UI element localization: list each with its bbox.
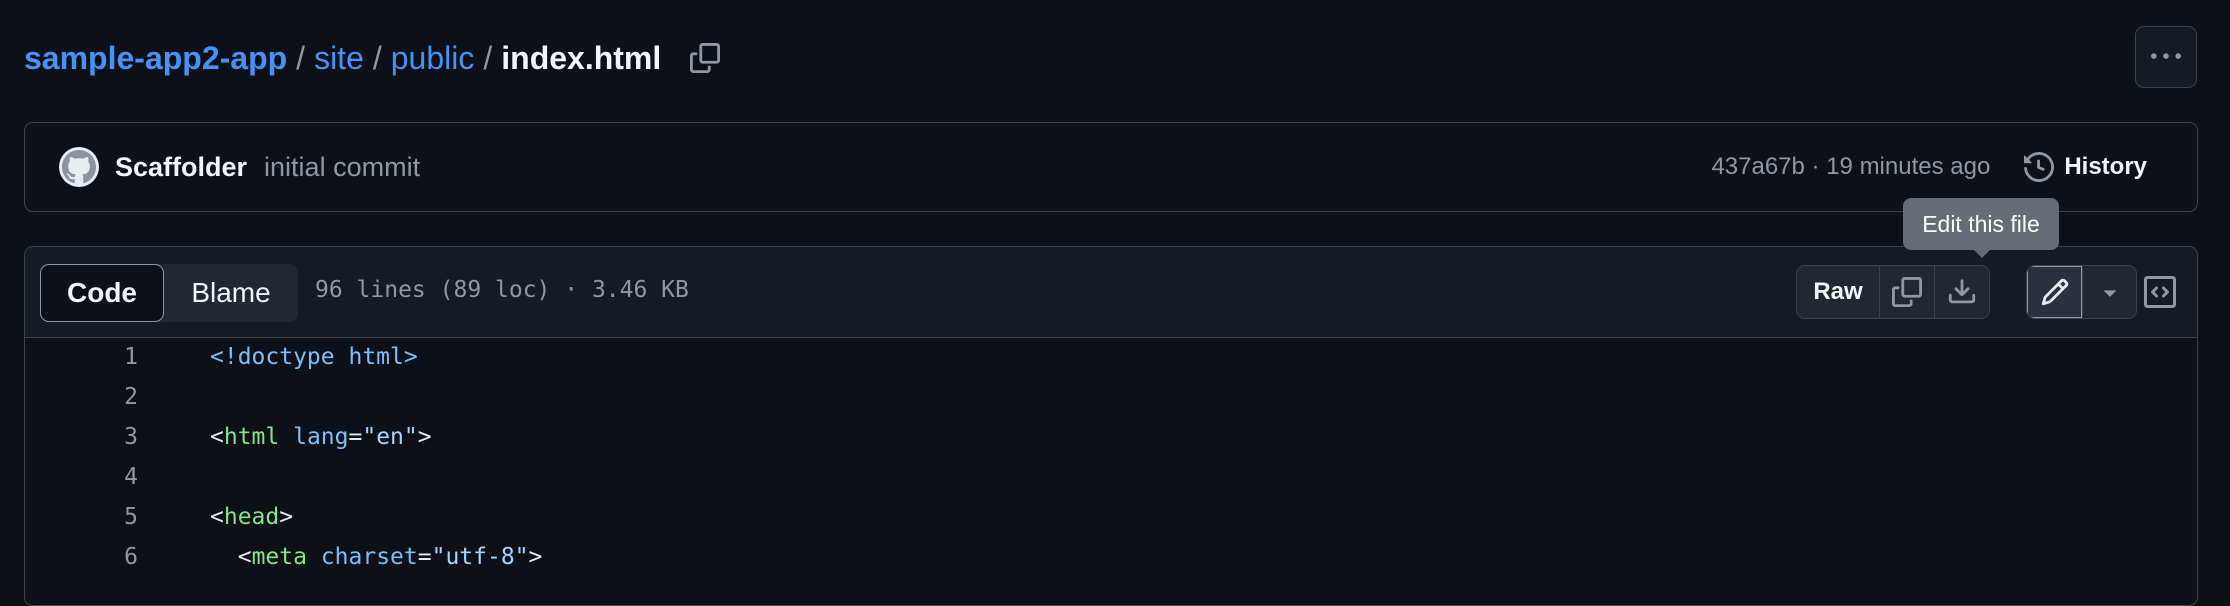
punct-token: > bbox=[417, 424, 432, 450]
code-view: 1 <!doctype html> 2 3 <html lang="en"> 4… bbox=[25, 337, 2197, 577]
line-content: <html lang="en"> bbox=[210, 424, 432, 450]
history-button[interactable]: History bbox=[2024, 152, 2147, 182]
triangle-down-icon bbox=[2103, 290, 2116, 297]
line-number[interactable]: 2 bbox=[25, 384, 138, 410]
punct-token: = bbox=[348, 424, 363, 450]
punct-token: > bbox=[528, 544, 543, 570]
more-options-button[interactable] bbox=[2135, 26, 2197, 88]
attr-token: charset bbox=[320, 544, 418, 570]
code-line: 5 <head> bbox=[25, 497, 2197, 537]
code-line: 4 bbox=[25, 457, 2197, 497]
file-info: 96 lines (89 loc) · 3.46 KB bbox=[315, 277, 689, 303]
punct-token: = bbox=[417, 544, 432, 570]
copy-raw-button[interactable] bbox=[1879, 266, 1934, 318]
breadcrumb-site-link[interactable]: site bbox=[314, 40, 364, 77]
line-number[interactable]: 6 bbox=[25, 544, 138, 570]
code-line: 1 <!doctype html> bbox=[25, 337, 2197, 377]
line-number[interactable]: 5 bbox=[25, 504, 138, 530]
copy-icon bbox=[1892, 277, 1922, 307]
tag-token: head bbox=[223, 504, 280, 530]
line-number[interactable]: 1 bbox=[25, 344, 138, 370]
line-number[interactable]: 4 bbox=[25, 464, 138, 490]
tag-token: html bbox=[223, 424, 280, 450]
edit-file-tooltip: Edit this file bbox=[1903, 198, 2059, 258]
file-viewer: Code Blame 96 lines (89 loc) · 3.46 KB R… bbox=[24, 246, 2198, 606]
attr-token: lang bbox=[293, 424, 349, 450]
file-header: Code Blame 96 lines (89 loc) · 3.46 KB R… bbox=[25, 247, 2197, 338]
tab-code[interactable]: Code bbox=[40, 264, 164, 322]
line-content: <meta charset="utf-8"> bbox=[210, 544, 543, 570]
pencil-icon bbox=[2041, 278, 2068, 306]
tab-blame[interactable]: Blame bbox=[164, 264, 298, 322]
edit-actions-group bbox=[2026, 265, 2137, 319]
tag-token: meta bbox=[251, 544, 307, 570]
avatar[interactable] bbox=[59, 147, 99, 187]
string-token: "en" bbox=[362, 424, 418, 450]
breadcrumb-repo-link[interactable]: sample-app2-app bbox=[24, 40, 287, 77]
doctype-token: <!doctype html> bbox=[210, 344, 418, 370]
line-content: <head> bbox=[210, 504, 293, 530]
copy-icon bbox=[690, 43, 721, 73]
symbols-panel-button[interactable] bbox=[2133, 265, 2187, 319]
breadcrumb-separator: / bbox=[372, 39, 382, 76]
edit-dropdown-button[interactable] bbox=[2082, 266, 2136, 318]
history-label: History bbox=[2064, 153, 2147, 180]
breadcrumb-separator: / bbox=[483, 39, 493, 76]
line-number[interactable]: 3 bbox=[25, 424, 138, 450]
commit-message[interactable]: initial commit bbox=[264, 152, 420, 183]
raw-button[interactable]: Raw bbox=[1797, 266, 1879, 318]
kebab-icon bbox=[2151, 53, 2181, 59]
history-icon bbox=[2024, 152, 2055, 182]
download-icon bbox=[1948, 279, 1976, 304]
punct-token: < bbox=[210, 424, 224, 450]
line-content: <!doctype html> bbox=[210, 344, 418, 370]
copy-path-button[interactable] bbox=[687, 40, 723, 76]
view-mode-toggle: Code Blame bbox=[40, 264, 298, 322]
code-line: 6 <meta charset="utf-8"> bbox=[25, 537, 2197, 577]
download-button[interactable] bbox=[1934, 266, 1989, 318]
commit-sha-and-time[interactable]: 437a67b · 19 minutes ago bbox=[1711, 153, 1990, 181]
punct-token: < bbox=[210, 504, 224, 530]
code-square-icon bbox=[2144, 276, 2176, 308]
file-actions-group: Raw bbox=[1796, 265, 1990, 319]
latest-commit-bar: Scaffolder initial commit 437a67b · 19 m… bbox=[24, 122, 2198, 212]
commit-author[interactable]: Scaffolder bbox=[115, 152, 247, 183]
code-line: 3 <html lang="en"> bbox=[25, 417, 2197, 457]
edit-file-button[interactable] bbox=[2027, 266, 2082, 318]
breadcrumb: sample-app2-app / site / public / index.… bbox=[24, 38, 723, 78]
breadcrumb-current-file: index.html bbox=[501, 39, 662, 76]
github-avatar bbox=[62, 150, 96, 184]
punct-token: > bbox=[279, 504, 294, 530]
code-line: 2 bbox=[25, 377, 2197, 417]
breadcrumb-public-link[interactable]: public bbox=[391, 40, 475, 77]
string-token: "utf-8" bbox=[431, 544, 529, 570]
breadcrumb-separator: / bbox=[296, 39, 306, 76]
punct-token: < bbox=[237, 544, 252, 570]
